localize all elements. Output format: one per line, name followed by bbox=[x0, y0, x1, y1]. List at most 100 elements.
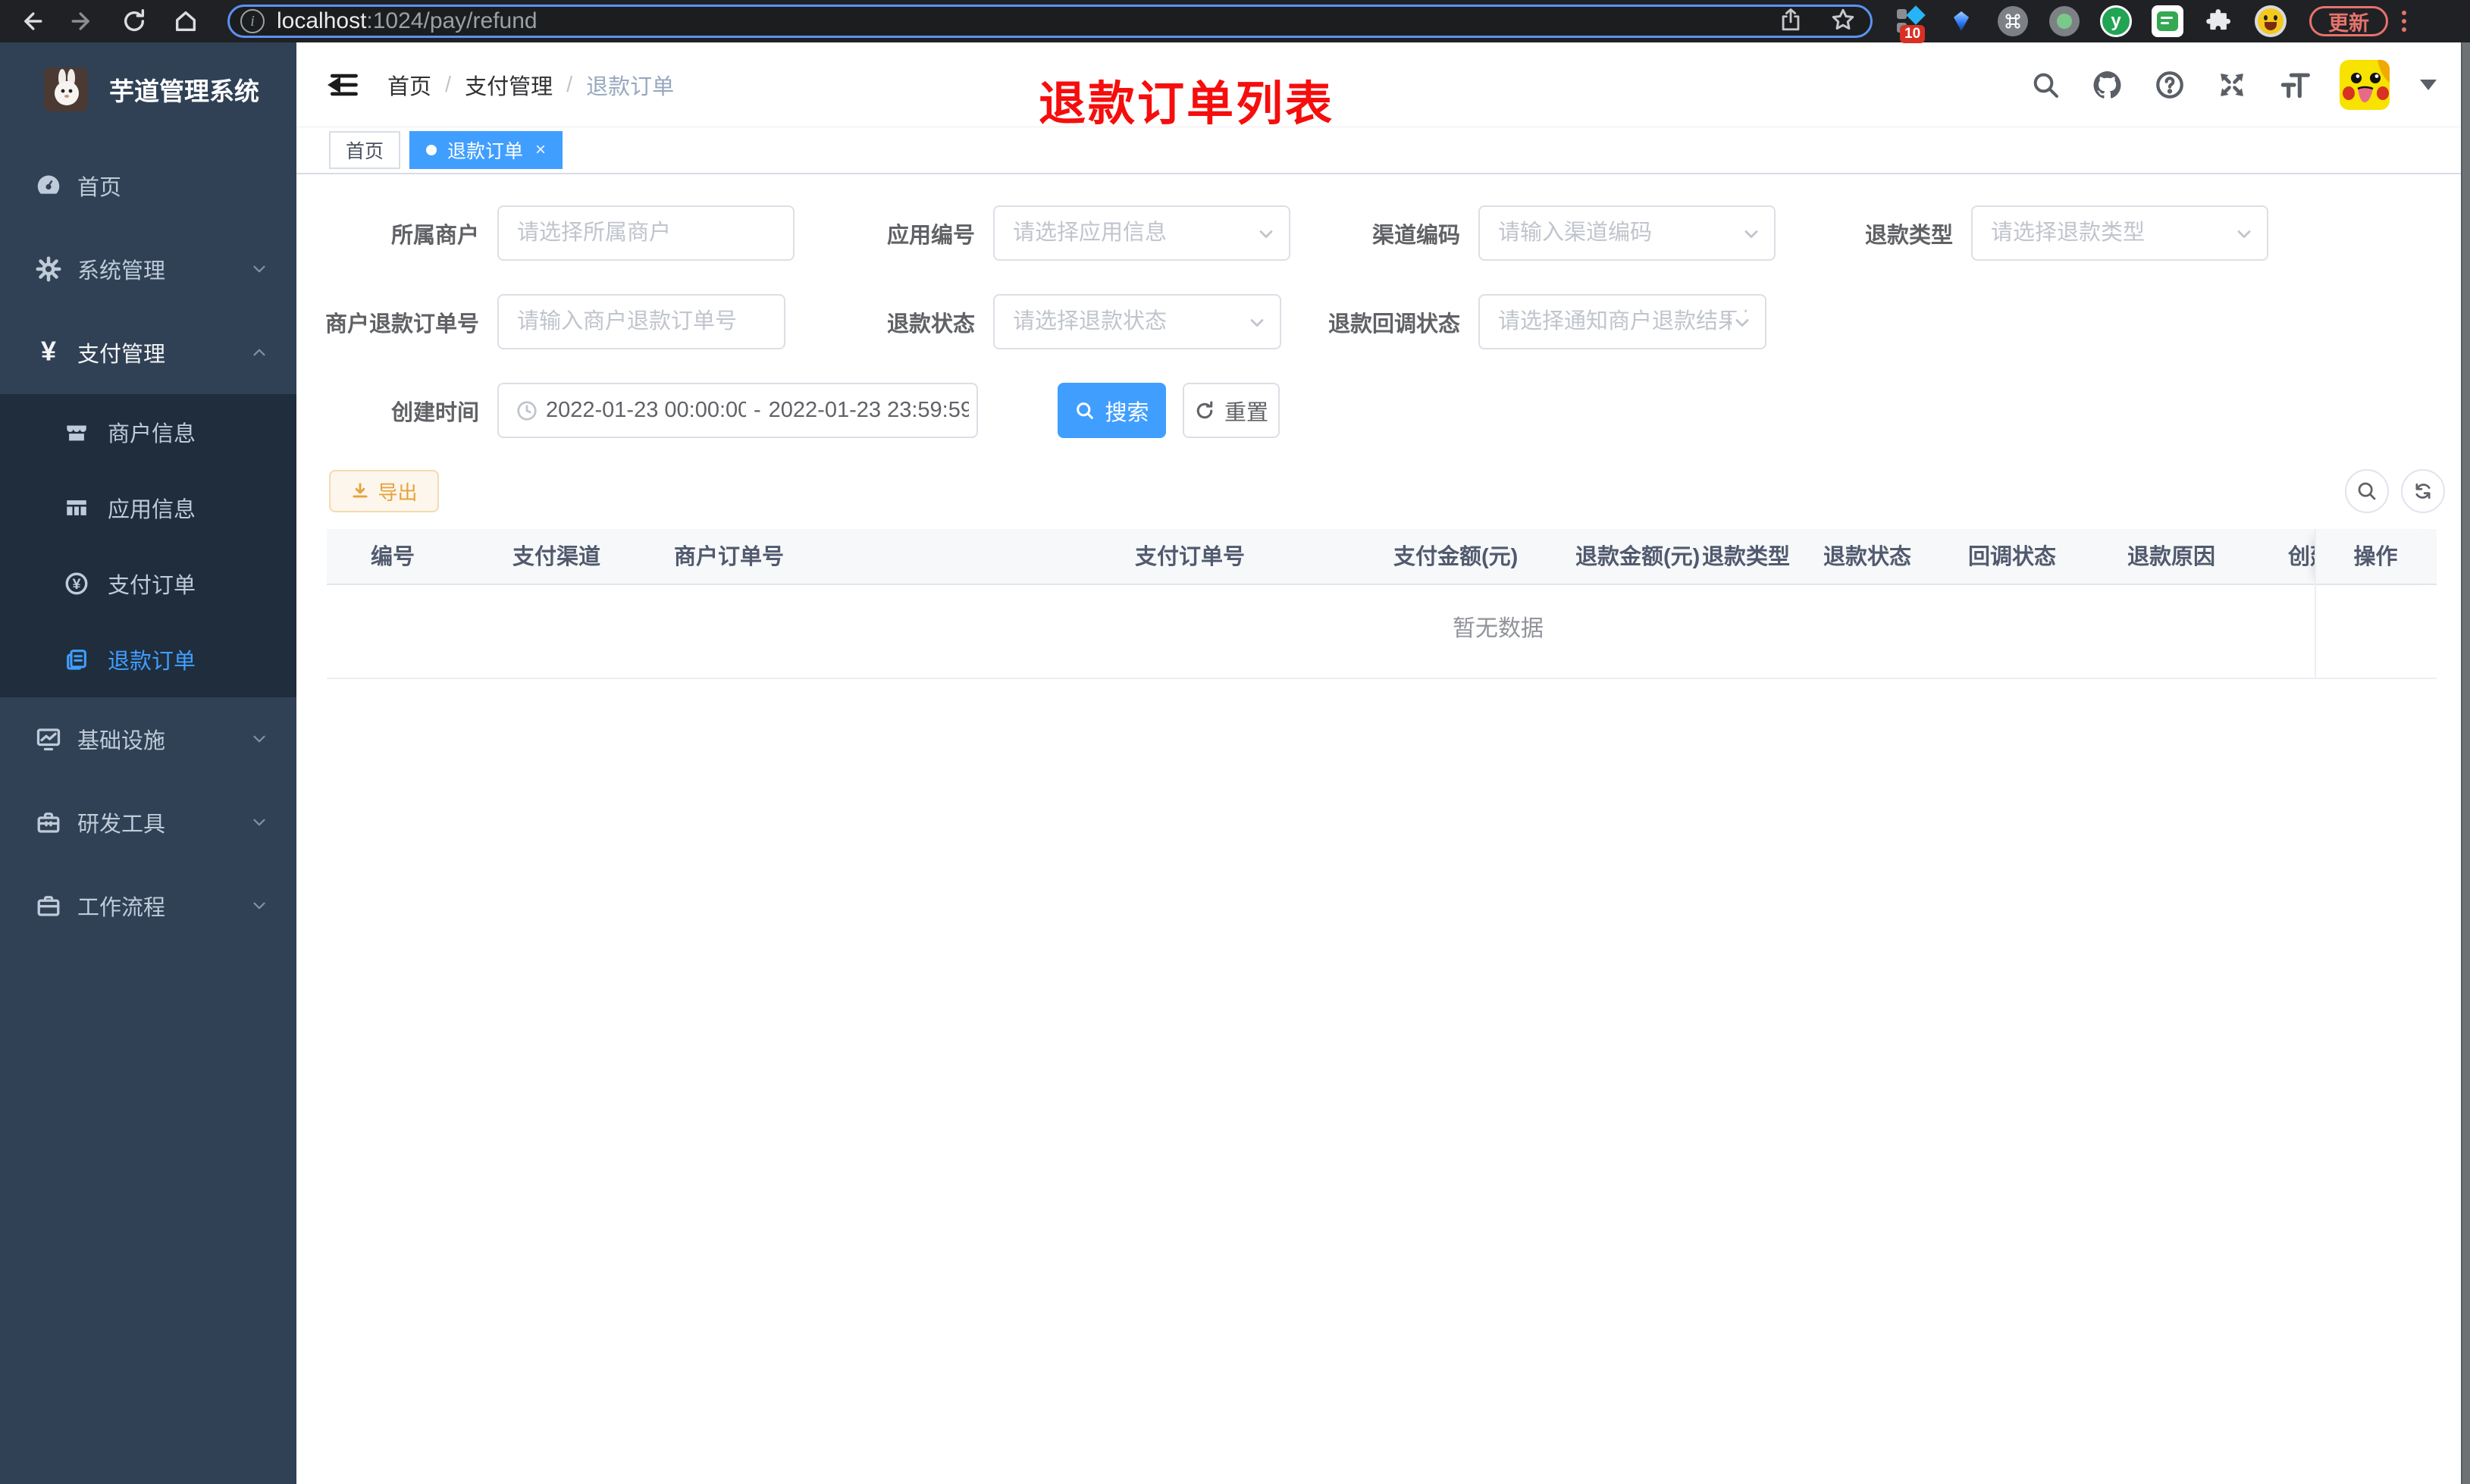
chat-line bbox=[2161, 22, 2169, 24]
callback-status-select[interactable] bbox=[1478, 294, 1766, 349]
refund-document-icon bbox=[64, 647, 89, 672]
merchant-select[interactable] bbox=[497, 205, 795, 261]
app-logo[interactable]: 芋道管理系统 bbox=[0, 42, 296, 120]
address-bar[interactable]: i localhost:1024/pay/refund bbox=[227, 5, 1873, 38]
chat-bubble bbox=[2157, 11, 2178, 31]
sidebar-item-merchant-info[interactable]: 商户信息 bbox=[0, 394, 296, 470]
sidebar-item-label: 首页 bbox=[77, 176, 122, 200]
empty-placeholder: 暂无数据 bbox=[1453, 616, 1544, 641]
tab-refund-order[interactable]: 退款订单 × bbox=[409, 131, 563, 169]
column-header-pay-order-no[interactable]: 支付订单号 bbox=[1135, 529, 1245, 585]
tags-view-bar: 首页 退款订单 × bbox=[296, 127, 2470, 174]
column-header-refund-status[interactable]: 退款状态 bbox=[1823, 529, 1911, 585]
browser-back-icon[interactable] bbox=[17, 7, 45, 36]
refund-type-input[interactable] bbox=[1973, 221, 2267, 246]
column-header-refund-type[interactable]: 退款类型 bbox=[1702, 529, 1790, 585]
extensions-puzzle-icon[interactable] bbox=[2203, 5, 2235, 37]
app-input[interactable] bbox=[995, 221, 1289, 246]
sidebar-item-infra[interactable]: 基础设施 bbox=[0, 697, 296, 781]
user-avatar[interactable] bbox=[2340, 60, 2390, 110]
column-header-pay-channel[interactable]: 支付渠道 bbox=[512, 529, 600, 585]
search-button[interactable]: 搜索 bbox=[1058, 383, 1166, 438]
date-range-picker[interactable]: 2022-01-23 00:00:00 - 2022-01-23 23:59:5… bbox=[497, 383, 978, 438]
sidebar-collapse-icon[interactable] bbox=[327, 68, 360, 102]
font-size-icon[interactable] bbox=[2277, 68, 2311, 102]
column-header-callback-status[interactable]: 回调状态 bbox=[1968, 529, 2056, 585]
column-header-merchant-order-no[interactable]: 商户订单号 bbox=[674, 529, 784, 585]
column-header-create-time[interactable]: 创建时间 bbox=[2288, 529, 2315, 585]
filter-label: 渠道编码 bbox=[1371, 223, 1460, 248]
refund-status-select[interactable] bbox=[993, 294, 1281, 349]
window-scrollbar[interactable] bbox=[2461, 42, 2470, 1484]
browser-reload-icon[interactable] bbox=[120, 7, 149, 36]
sidebar-item-refund-order[interactable]: 退款订单 bbox=[0, 621, 296, 697]
profile-emoji-icon[interactable] bbox=[2255, 5, 2287, 37]
tab-close-icon[interactable]: × bbox=[535, 139, 546, 161]
extension-y-icon[interactable]: y bbox=[2100, 5, 2132, 37]
column-header-id[interactable]: 编号 bbox=[371, 529, 415, 585]
date-end-value[interactable]: 2022-01-23 23:59:59 bbox=[769, 398, 969, 423]
toolbox-icon bbox=[35, 809, 62, 836]
app-select[interactable] bbox=[993, 205, 1290, 261]
sidebar-item-pay[interactable]: ¥ 支付管理 bbox=[0, 311, 296, 394]
search-icon[interactable] bbox=[2029, 68, 2062, 102]
github-icon[interactable] bbox=[2091, 68, 2124, 102]
tab-home[interactable]: 首页 bbox=[329, 131, 401, 169]
main-content: 所属商户 应用编号 渠道编码 退款类型 商户退款订单号 退款状态 bbox=[296, 174, 2470, 1484]
help-icon[interactable] bbox=[2153, 68, 2186, 102]
chrome-update-button[interactable]: 更新 bbox=[2309, 6, 2388, 36]
extension-gem-icon[interactable] bbox=[1945, 5, 1977, 37]
sidebar-item-label: 退款订单 bbox=[108, 650, 196, 674]
date-separator: - bbox=[754, 398, 761, 422]
sidebar-item-home[interactable]: 首页 bbox=[0, 144, 296, 227]
caret-down-icon[interactable] bbox=[2420, 80, 2437, 90]
sidebar-submenu-pay: 商户信息 应用信息 ¥ 支付订单 退款订单 bbox=[0, 394, 296, 697]
breadcrumb-current: 退款订单 bbox=[586, 75, 675, 99]
merchant-refund-no-input[interactable] bbox=[499, 309, 784, 334]
column-header-refund-amount[interactable]: 退款金额(元) bbox=[1575, 529, 1700, 585]
column-header-refund-reason[interactable]: 退款原因 bbox=[2127, 529, 2215, 585]
column-header-pay-amount[interactable]: 支付金额(元) bbox=[1393, 529, 1518, 585]
export-button[interactable]: 导出 bbox=[329, 470, 439, 512]
extension-tabs-icon[interactable]: 10 bbox=[1894, 5, 1926, 43]
table-grid-icon bbox=[64, 495, 89, 521]
toggle-search-button[interactable] bbox=[2345, 469, 2389, 513]
extension-recorder-icon[interactable] bbox=[2048, 5, 2080, 37]
recorder-circle bbox=[2049, 6, 2080, 36]
channel-select[interactable] bbox=[1478, 205, 1776, 261]
channel-input[interactable] bbox=[1480, 221, 1774, 246]
svg-text:¥: ¥ bbox=[41, 339, 56, 366]
sidebar-item-workflow[interactable]: 工作流程 bbox=[0, 864, 296, 947]
fullscreen-icon[interactable] bbox=[2215, 68, 2249, 102]
chrome-menu-icon[interactable] bbox=[2402, 11, 2406, 32]
bookmark-star-icon[interactable] bbox=[1829, 6, 1857, 37]
green-dot bbox=[2057, 14, 2072, 29]
sidebar-item-pay-order[interactable]: ¥ 支付订单 bbox=[0, 546, 296, 621]
sidebar-item-system[interactable]: 系统管理 bbox=[0, 227, 296, 311]
extension-chat-icon[interactable] bbox=[2152, 5, 2183, 37]
breadcrumb-home[interactable]: 首页 bbox=[387, 69, 431, 101]
breadcrumb-pay[interactable]: 支付管理 bbox=[465, 69, 553, 101]
filter-app: 应用编号 bbox=[819, 205, 1290, 261]
refund-status-input[interactable] bbox=[995, 309, 1280, 334]
date-start-value[interactable]: 2022-01-23 00:00:00 bbox=[546, 398, 746, 423]
reset-button[interactable]: 重置 bbox=[1183, 383, 1280, 438]
sidebar-item-dev-tools[interactable]: 研发工具 bbox=[0, 781, 296, 864]
sidebar-item-app-info[interactable]: 应用信息 bbox=[0, 470, 296, 546]
table-header: 编号 支付渠道 商户订单号 支付订单号 支付金额(元) 退款金额(元) 退款类型… bbox=[327, 529, 2437, 585]
browser-forward-icon[interactable] bbox=[68, 7, 97, 36]
browser-home-icon[interactable] bbox=[171, 7, 200, 36]
breadcrumb: 首页 / 支付管理 / 退款订单 bbox=[387, 42, 674, 127]
column-header-actions[interactable]: 操作 bbox=[2315, 529, 2437, 585]
refund-type-select[interactable] bbox=[1971, 205, 2268, 261]
callback-status-input[interactable] bbox=[1480, 309, 1765, 334]
merchant-input[interactable] bbox=[499, 221, 793, 246]
site-info-icon[interactable]: i bbox=[240, 9, 265, 33]
filter-refund-status: 退款状态 bbox=[819, 294, 1281, 349]
merchant-refund-no-field[interactable] bbox=[497, 294, 785, 349]
extension-command-icon[interactable] bbox=[1997, 5, 2029, 37]
sidebar-item-label: 系统管理 bbox=[77, 259, 166, 283]
refresh-button[interactable] bbox=[2401, 469, 2445, 513]
share-icon[interactable] bbox=[1778, 7, 1804, 36]
gem-shape bbox=[1954, 11, 1969, 31]
